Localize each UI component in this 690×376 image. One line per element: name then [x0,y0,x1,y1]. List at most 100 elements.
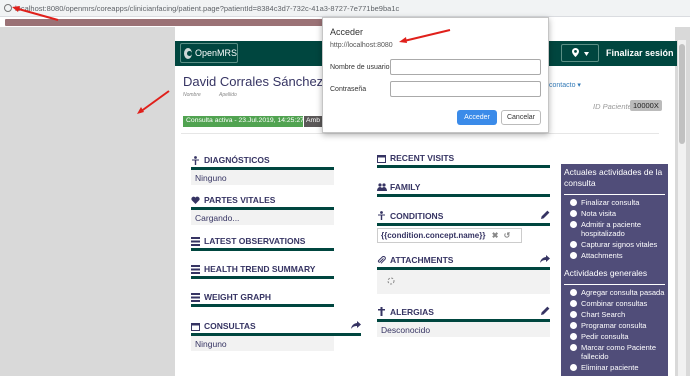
sidebar-separator [564,194,665,195]
sidebar-item-capture-vitals[interactable]: Capturar signos vitales [561,239,668,250]
sidebar-item-label: Finalizar consulta [581,198,640,207]
allergies-widget-title: ALERGIAS [377,306,550,322]
plus-square-icon [570,344,577,351]
calendar-icon [570,333,577,340]
loading-spinner-icon [387,277,395,287]
heart-icon [191,196,200,205]
sidebar-item-admit[interactable]: Admitir a paciente hospitalizado [561,219,668,239]
merge-icon [570,300,577,307]
diagnoses-value: Ninguno [191,170,334,185]
health-trend-title-text: HEALTH TREND SUMMARY [204,264,316,274]
patient-id-value: 10000X [630,100,662,111]
contact-info-link[interactable]: contacto ▾ [549,81,581,89]
cancel-button[interactable]: Cancelar [501,110,541,125]
openmrs-logo-icon [184,47,192,59]
sidebar-item-label: Nota visita [581,209,617,218]
visits-title-text: CONSULTAS [204,321,256,331]
general-activities-header: Actividades generales [564,268,648,278]
active-visit-badge[interactable]: Consulta activa - 23.Jul.2019, 14:25:27 [183,116,304,127]
sidebar-item-end-visit[interactable]: Finalizar consulta [561,197,668,208]
sidebar-item-schedule-appointment[interactable]: Programar consulta [561,320,668,331]
sidebar-item-add-past-visit[interactable]: Agregar consulta pasada [561,287,668,298]
allergy-icon [377,307,386,316]
calendar-icon [191,322,200,331]
pencil-icon[interactable] [541,210,550,221]
sidebar-item-label: Admitir a paciente hospitalizado [581,220,642,238]
diagnoses-widget-title: DIAGNÓSTICOS [191,155,334,170]
users-icon [377,182,387,192]
share-arrow-icon[interactable] [540,255,550,265]
sidebar-separator [564,284,665,285]
sidebar-item-visit-note[interactable]: Nota visita [561,208,668,219]
auth-dialog-origin: http://localhost:8080 [330,42,393,49]
sidebar-item-delete-patient[interactable]: Eliminar paciente [561,362,668,373]
chevron-down-icon [583,48,589,58]
actions-sidebar: Actuales actividades de la consulta Fina… [561,164,668,376]
calendar-icon [377,154,386,163]
conditions-widget-title: CONDITIONS [377,210,550,226]
vitals-value: Cargando... [191,210,334,225]
visits-widget-title: CONSULTAS [191,321,361,336]
password-label: Contraseña [330,86,367,93]
attachments-title-text: ATTACHMENTS [390,255,454,265]
health-trend-widget-title: HEALTH TREND SUMMARY [191,264,334,279]
latest-observations-widget-title: LATEST OBSERVATIONS [191,236,334,251]
location-menu[interactable] [561,44,599,62]
paperclip-icon [570,252,577,259]
close-icon[interactable]: ✖ [492,231,499,240]
header-divider [181,133,659,134]
visits-value: Ninguno [191,336,334,351]
heart-icon [570,241,577,248]
pencil-icon[interactable] [541,306,550,317]
redacted-bar [5,19,350,26]
chevron-down-icon: ▾ [577,82,581,89]
family-widget-title: FAMILY [377,182,550,197]
login-button[interactable]: Acceder [457,110,497,125]
password-field[interactable] [390,81,541,97]
pencil-icon [570,210,577,217]
hospital-icon [570,221,577,228]
page-scrollbar[interactable] [678,40,686,376]
list-icon [191,236,200,246]
sidebar-item-label: Pedir consulta [581,332,629,341]
sidebar-item-label: Agregar consulta pasada [581,288,665,297]
share-arrow-icon[interactable] [351,321,361,331]
search-icon [570,311,577,318]
sidebar-item-mark-deceased[interactable]: Marcar como Paciente fallecido [561,342,668,362]
sidebar-item-merge-visits[interactable]: Combinar consultas [561,298,668,309]
sidebar-item-chart-search[interactable]: Chart Search [561,309,668,320]
sidebar-item-label: Chart Search [581,310,626,319]
patient-name: David Corrales Sánchez [183,74,324,89]
family-name-label: Apellido [219,92,237,98]
logout-link[interactable]: Finalizar sesión [606,48,674,58]
username-label: Nombre de usuario [330,64,390,71]
username-field[interactable] [390,59,541,75]
recent-visits-title-text: RECENT VISITS [390,153,455,163]
openmrs-logo[interactable]: OpenMRS [180,43,238,63]
location-pin-icon [571,47,579,59]
address-bar[interactable]: localhost:8080/openmrs/coreapps/clinicia… [0,0,690,17]
undo-icon[interactable]: ↺ [504,231,511,240]
sidebar-item-attachments[interactable]: Attachments [561,250,668,261]
diagnosis-icon [377,211,386,220]
list-icon [191,292,200,302]
attachments-widget-title: ATTACHMENTS [377,255,550,270]
info-icon[interactable] [4,4,12,12]
paperclip-icon [377,255,386,265]
sidebar-item-label: Capturar signos vitales [581,240,658,249]
address-url[interactable]: localhost:8080/openmrs/coreapps/clinicia… [15,4,399,13]
scrollbar-thumb[interactable] [679,44,685,144]
power-icon [570,199,577,206]
weight-graph-widget-title: WEIGHT GRAPH [191,292,334,307]
vitals-widget-title: PARTES VITALES [191,195,334,210]
patient-id-label: ID Paciente [593,102,632,111]
latest-observations-title-text: LATEST OBSERVATIONS [204,236,306,246]
sidebar-item-request-appointment[interactable]: Pedir consulta [561,331,668,342]
diagnoses-title-text: DIAGNÓSTICOS [204,155,270,165]
contact-info-label[interactable]: contacto [549,82,575,89]
allergies-title-text: ALERGIAS [390,306,434,317]
attachments-body [377,270,550,294]
family-title-text: FAMILY [390,182,421,192]
visit-type-badge: Amb [304,116,324,127]
logo-text: OpenMRS [194,48,237,58]
